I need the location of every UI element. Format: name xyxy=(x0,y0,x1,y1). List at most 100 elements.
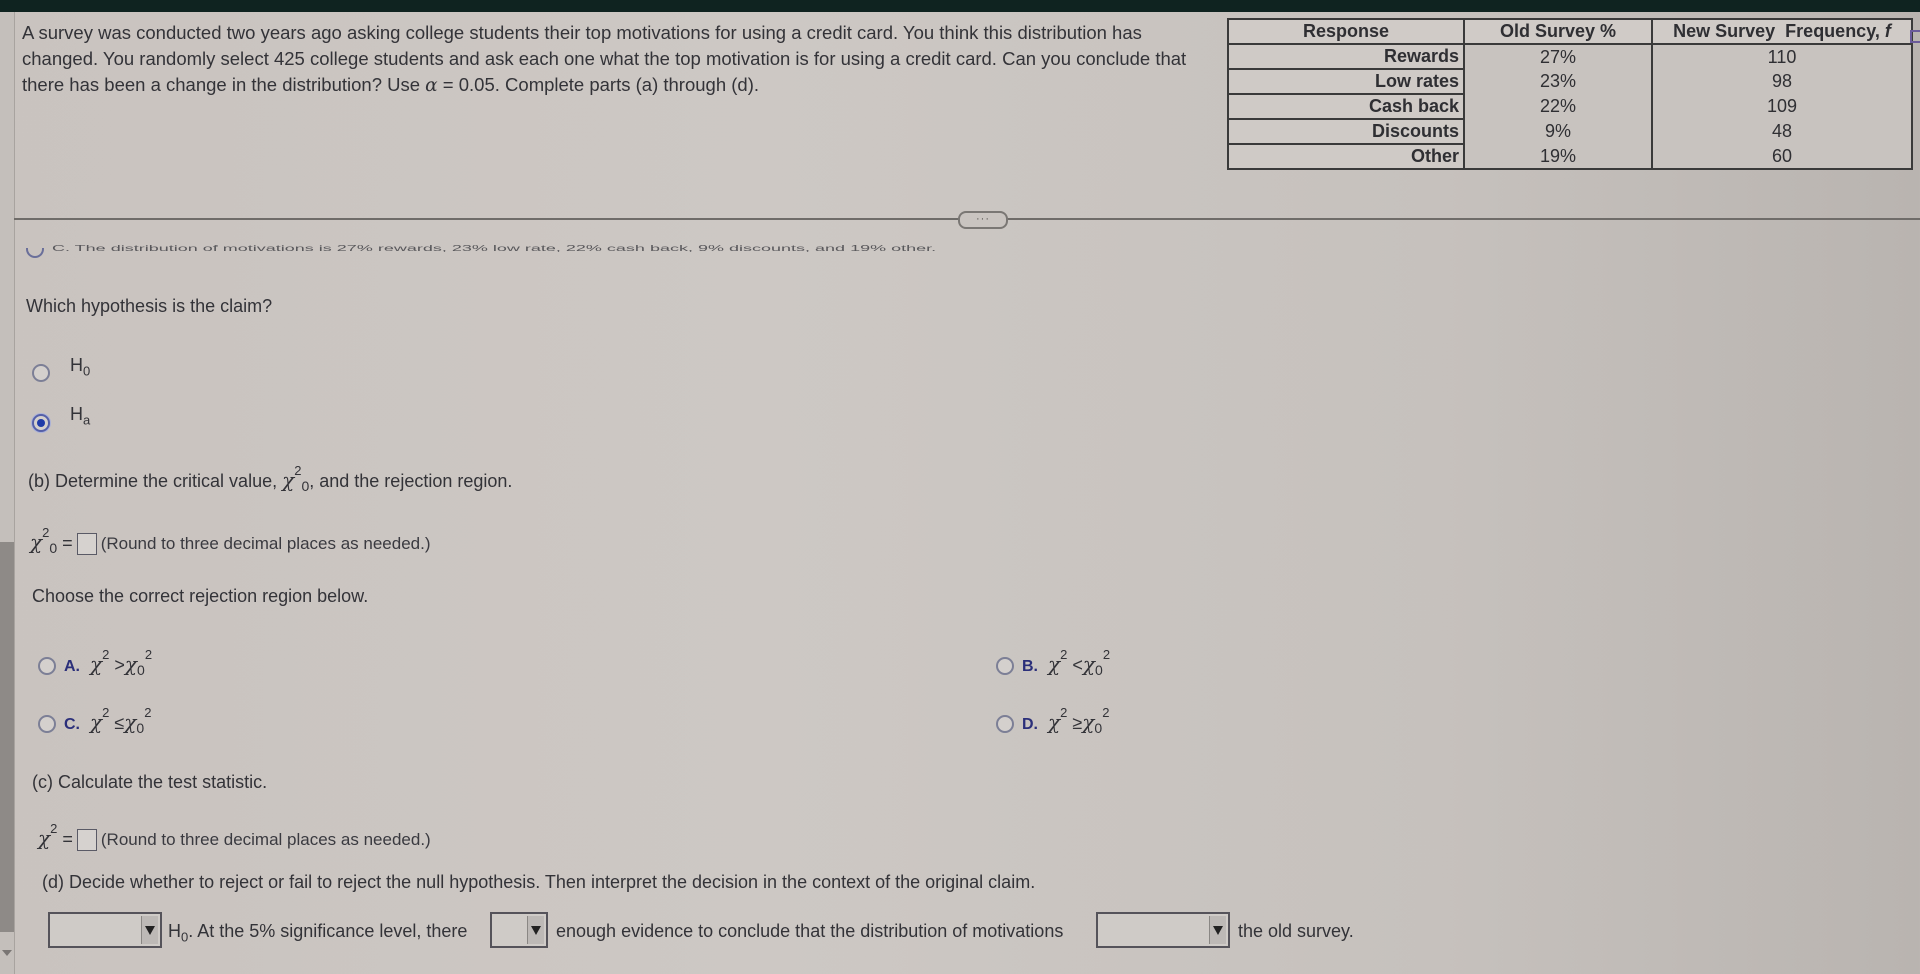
chi-sub: 0 xyxy=(136,720,145,736)
dropdown-arrow-icon[interactable] xyxy=(141,916,158,944)
chi-sup: 2 xyxy=(294,463,302,478)
header-response: Response xyxy=(1227,18,1465,45)
copy-table-icon[interactable] xyxy=(1910,30,1920,43)
table-row: Other 19% 60 xyxy=(1227,143,1913,170)
header-old-survey: Old Survey % xyxy=(1463,18,1653,45)
show-more-button[interactable]: ··· xyxy=(958,211,1008,229)
radio-ha[interactable] xyxy=(32,414,50,432)
scrollbar-thumb[interactable] xyxy=(0,542,14,932)
table-row: Cash back 22% 109 xyxy=(1227,93,1913,120)
old-percent-cell: 23% xyxy=(1463,69,1653,94)
chi-sup: 2 xyxy=(1102,705,1110,720)
chi-sub: 0 xyxy=(1095,662,1103,678)
intro-line-2: changed. You randomly select 425 college… xyxy=(22,48,1187,69)
top-bar xyxy=(0,0,1920,12)
table-row: Low rates 23% 98 xyxy=(1227,68,1913,95)
chi-sub: 0 xyxy=(49,540,58,556)
option-d[interactable]: D. χ2 ≥χ02 xyxy=(996,705,1109,736)
new-frequency-cell: 109 xyxy=(1651,94,1913,119)
h0-letter: H xyxy=(168,921,181,941)
chi-symbol: χ xyxy=(1048,652,1061,676)
chi-symbol: χ xyxy=(124,710,137,734)
test-statistic-input[interactable] xyxy=(76,829,97,852)
option-c-text: C. The distribution of motivations is 27… xyxy=(52,244,937,253)
equals-sign: = xyxy=(62,829,73,849)
radio-h0[interactable] xyxy=(32,364,50,382)
option-d-letter: D. xyxy=(1022,716,1038,733)
radio-option-a[interactable] xyxy=(38,657,56,676)
response-cell: Other xyxy=(1227,143,1465,170)
part-b-prompt: (b) Determine the critical value, χ20, a… xyxy=(28,463,513,494)
new-frequency-cell: 60 xyxy=(1651,144,1913,170)
response-cell: Rewards xyxy=(1227,43,1465,70)
old-percent-cell: 19% xyxy=(1463,144,1653,170)
table-row: Rewards 27% 110 xyxy=(1227,43,1913,70)
part-d-text-2: enough evidence to conclude that the dis… xyxy=(556,921,1064,941)
scroll-down-arrow-icon[interactable] xyxy=(2,950,12,956)
response-cell: Discounts xyxy=(1227,118,1465,145)
ha-sub: a xyxy=(83,412,91,428)
intro-line-3-text: there has been a change in the distribut… xyxy=(22,74,426,95)
chi-sup: 2 xyxy=(1060,705,1068,720)
h0-letter: H xyxy=(70,355,83,375)
chi-sup: 2 xyxy=(144,647,153,662)
dropdown-arrow-icon[interactable] xyxy=(1209,916,1226,944)
operator: ≤ xyxy=(114,713,125,733)
frequency-symbol: f xyxy=(1884,21,1891,41)
h0-sub: 0 xyxy=(83,363,91,379)
table-header-row: Response Old Survey % New Survey Frequen… xyxy=(1227,18,1913,45)
part-d-prompt: (d) Decide whether to reject or fail to … xyxy=(42,872,1036,892)
chi-symbol: χ xyxy=(1082,710,1095,734)
intro-line-3: there has been a change in the distribut… xyxy=(22,72,1222,99)
evidence-select[interactable] xyxy=(490,912,548,948)
response-cell: Low rates xyxy=(1227,68,1465,95)
equals-sign: = xyxy=(62,533,73,553)
header-new-survey: New Survey Frequency, f xyxy=(1651,18,1913,45)
test-statistic-row: χ2 = (Round to three decimal places as ne… xyxy=(38,821,431,852)
part-c-prompt: (c) Calculate the test statistic. xyxy=(32,772,268,792)
header-new-survey-text: New Survey Frequency, f xyxy=(1673,21,1891,41)
part-d-sentence-1: . At the 5% significance level, there xyxy=(188,921,468,941)
intro-line-1: A survey was conducted two years ago ask… xyxy=(22,22,1142,43)
chi-symbol: χ xyxy=(90,710,103,734)
option-a[interactable]: A. χ2 >χ02 xyxy=(38,647,152,678)
chi-sup: 2 xyxy=(102,705,110,720)
table-row: Discounts 9% 48 xyxy=(1227,118,1913,145)
chi-symbol: χ xyxy=(282,468,295,492)
comparison-select[interactable] xyxy=(1096,912,1230,948)
left-scrollbar[interactable] xyxy=(0,12,15,974)
part-d-text-3: the old survey. xyxy=(1238,921,1354,941)
new-frequency-cell: 98 xyxy=(1651,69,1913,94)
chi-sup: 2 xyxy=(1102,647,1111,662)
part-b-text: (b) Determine the critical value, xyxy=(28,471,283,491)
response-cell: Cash back xyxy=(1227,93,1465,120)
option-c[interactable]: C. χ2 ≤χ02 xyxy=(38,705,151,736)
problem-statement: A survey was conducted two years ago ask… xyxy=(22,20,1222,99)
chi-sup: 2 xyxy=(102,647,110,662)
decision-select[interactable] xyxy=(48,912,162,948)
option-b[interactable]: B. χ2 <χ02 xyxy=(996,647,1110,678)
chi-symbol: χ xyxy=(1082,652,1096,676)
radio-option-b[interactable] xyxy=(996,657,1014,676)
intro-line-3-end: = 0.05. Complete parts (a) through (d). xyxy=(437,74,760,95)
alpha-symbol: α xyxy=(425,75,438,96)
radio-option-d[interactable] xyxy=(996,715,1014,734)
chi-symbol: χ xyxy=(38,826,51,850)
option-b-letter: B. xyxy=(1022,658,1038,675)
chi-symbol: χ xyxy=(1048,710,1061,734)
radio-option-c[interactable] xyxy=(38,715,56,734)
ha-letter: H xyxy=(70,404,83,424)
chi-sub: 0 xyxy=(301,478,310,494)
chi-sup: 2 xyxy=(1060,647,1068,662)
critical-value-input[interactable] xyxy=(76,533,97,556)
chi-symbol: χ xyxy=(30,530,43,554)
hypothesis-option-c-partial: C. The distribution of motivations is 27… xyxy=(26,244,936,254)
operator: > xyxy=(114,655,125,675)
chi-sub: 0 xyxy=(1094,720,1103,736)
label-h0: H0 xyxy=(70,355,90,379)
part-b-text-end: , and the rejection region. xyxy=(309,471,513,491)
old-percent-cell: 9% xyxy=(1463,119,1653,144)
chi-sub: 0 xyxy=(137,662,145,678)
round-note: (Round to three decimal places as needed… xyxy=(100,830,431,849)
dropdown-arrow-icon[interactable] xyxy=(527,916,544,944)
